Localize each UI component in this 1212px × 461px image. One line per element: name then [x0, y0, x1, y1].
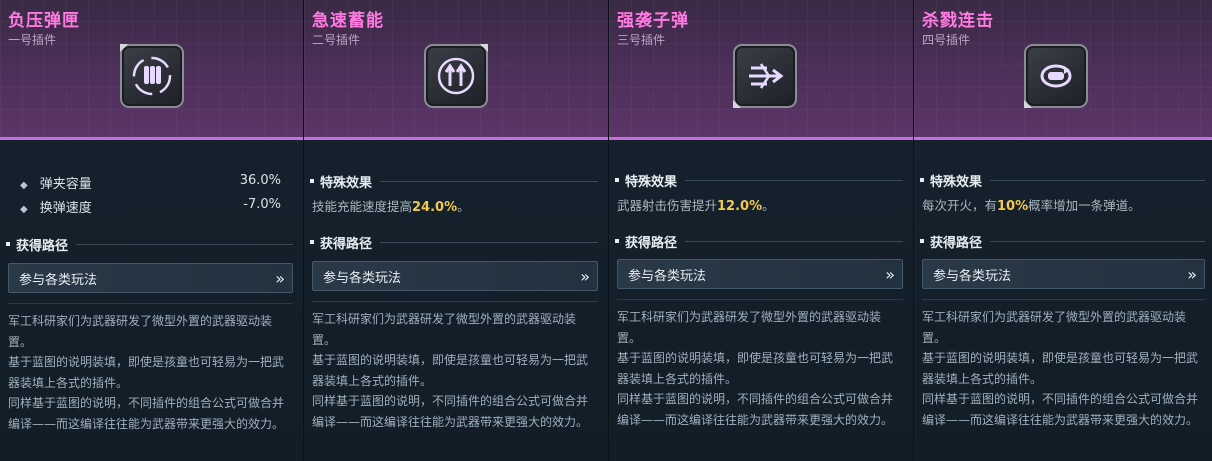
card-header: 强袭子弹 三号插件 [609, 0, 913, 140]
plugin-card-1[interactable]: 负压弹匣 一号插件 ◆弹夹容量 36.0% ◆换弹速度 -7.0% 获得路径 [0, 0, 304, 461]
effect-value: 10% [997, 199, 1029, 214]
route-section-label: 获得路径 [615, 232, 903, 251]
bullets-cycle-icon [120, 44, 184, 108]
chevron-right-icon: » [1187, 264, 1197, 284]
route-button-label: 参与各类玩法 [628, 268, 707, 284]
stat-row-magazine: ◆ 弹夹容量 36.0% [20, 173, 281, 192]
stat-row-reload: ◆ 换弹速度 -7.0% [20, 197, 281, 216]
route-button-label: 参与各类玩法 [323, 270, 402, 286]
card-header: 杀戮连击 四号插件 [914, 0, 1212, 140]
bullet-loop-icon [1024, 44, 1088, 108]
description: 军工科研家们为武器研发了微型外置的武器驱动装置。 基于蓝图的说明装填，即使是孩童… [617, 310, 894, 427]
effect-section-label: 特殊效果 [920, 171, 1205, 190]
effect-value: 24.0% [412, 200, 458, 215]
card-subtitle: 四号插件 [922, 33, 971, 47]
effect-section-label: 特殊效果 [310, 172, 598, 191]
plugin-card-3[interactable]: 强袭子弹 三号插件 特殊效果 武器射击伤害提升12.0%。 获得路径 参与各类玩… [609, 0, 914, 461]
piercing-bullet-icon [733, 44, 797, 108]
card-header: 负压弹匣 一号插件 [0, 0, 303, 140]
card-subtitle: 三号插件 [617, 33, 666, 47]
description: 军工科研家们为武器研发了微型外置的武器驱动装置。 基于蓝图的说明装填，即使是孩童… [8, 314, 285, 431]
card-subtitle: 二号插件 [312, 33, 361, 47]
effect-text: 技能充能速度提高24.0%。 [312, 199, 470, 215]
route-button-label: 参与各类玩法 [933, 268, 1012, 284]
chevron-right-icon: » [580, 266, 590, 286]
charge-arrows-icon [424, 44, 488, 108]
stat-value: 36.0% [239, 173, 281, 188]
effect-value: 12.0% [717, 199, 763, 214]
effect-section-label: 特殊效果 [615, 171, 903, 190]
card-title: 杀戮连击 [922, 11, 994, 31]
route-button[interactable]: 参与各类玩法 » [312, 261, 598, 291]
route-button[interactable]: 参与各类玩法 » [8, 263, 293, 293]
chevron-right-icon: » [275, 268, 285, 288]
route-button-label: 参与各类玩法 [19, 272, 98, 288]
plugin-card-4[interactable]: 杀戮连击 四号插件 特殊效果 每次开火，有10%概率增加一条弹道。 获得路径 参… [914, 0, 1212, 461]
plugin-card-2[interactable]: 急速蓄能 二号插件 特殊效果 技能充能速度提高24.0%。 获得路径 参与各类玩… [304, 0, 609, 461]
route-section-label: 获得路径 [920, 232, 1205, 251]
route-button[interactable]: 参与各类玩法 » [922, 259, 1205, 289]
chevron-right-icon: » [885, 264, 895, 284]
description: 军工科研家们为武器研发了微型外置的武器驱动装置。 基于蓝图的说明装填，即使是孩童… [922, 310, 1199, 427]
stat-label: 弹夹容量 [39, 177, 92, 192]
route-section-label: 获得路径 [6, 235, 293, 254]
card-header: 急速蓄能 二号插件 [304, 0, 608, 140]
effect-text: 每次开火，有10%概率增加一条弹道。 [922, 198, 1141, 214]
description: 军工科研家们为武器研发了微型外置的武器驱动装置。 基于蓝图的说明装填，即使是孩童… [312, 312, 589, 429]
route-button[interactable]: 参与各类玩法 » [617, 259, 903, 289]
stat-value: -7.0% [243, 197, 281, 212]
route-section-label: 获得路径 [310, 233, 598, 252]
card-title: 负压弹匣 [8, 11, 80, 31]
effect-text: 武器射击伤害提升12.0%。 [617, 198, 775, 214]
card-title: 强袭子弹 [617, 11, 689, 31]
stat-label: 换弹速度 [39, 201, 92, 216]
card-subtitle: 一号插件 [8, 33, 57, 47]
card-title: 急速蓄能 [312, 11, 384, 31]
